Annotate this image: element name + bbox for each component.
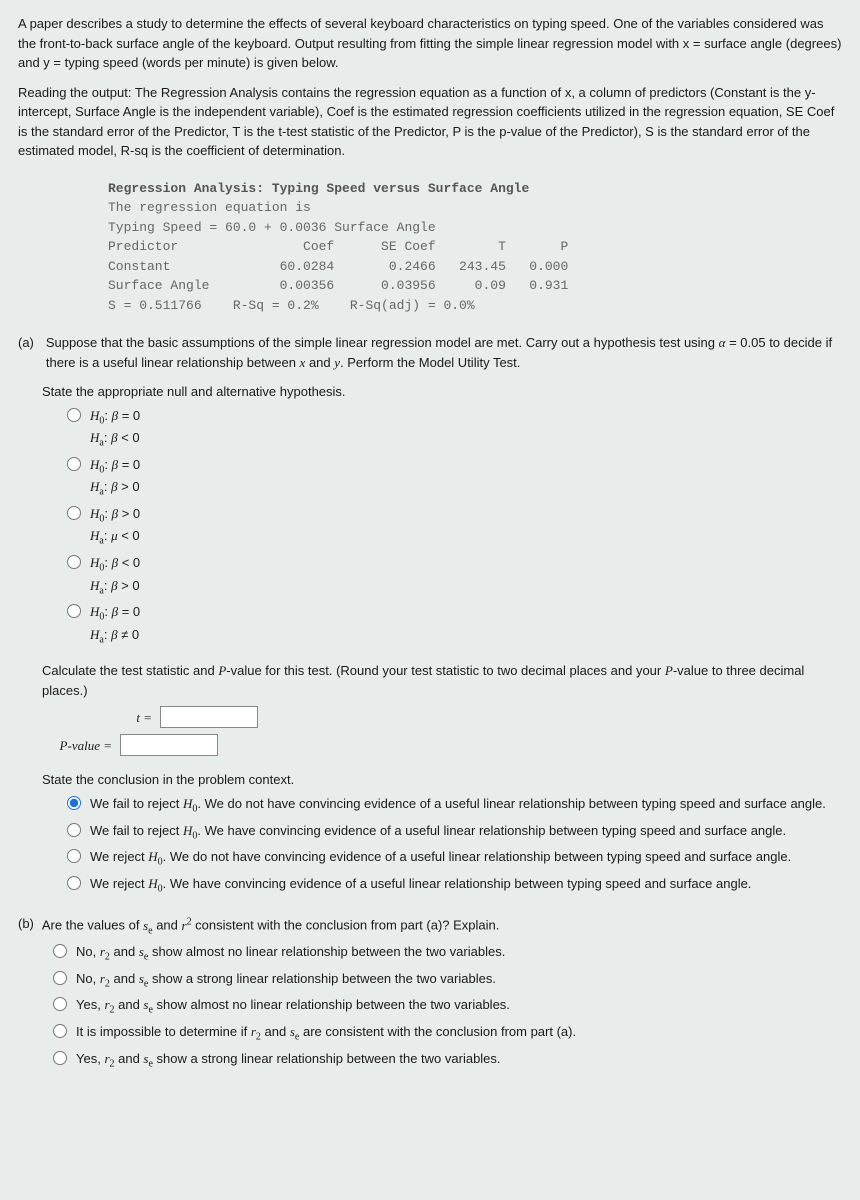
concl-label-2: We fail to reject H0. We have convincing…: [90, 821, 842, 844]
b-label-4: It is impossible to determine if r2 and …: [76, 1022, 842, 1045]
hypo-opt-3[interactable]: H0: β > 0 Ha: μ < 0: [62, 504, 842, 549]
part-a-prompt: Suppose that the basic assumptions of th…: [46, 333, 842, 372]
p-label: P-value =: [42, 736, 112, 756]
t-input[interactable]: [160, 706, 258, 728]
hypo-opt-5[interactable]: H0: β = 0 Ha: β ≠ 0: [62, 602, 842, 647]
concl-opt-4[interactable]: We reject H0. We have convincing evidenc…: [62, 874, 842, 897]
hypo-label-2: H0: β = 0 Ha: β > 0: [90, 455, 842, 500]
b-radio-4[interactable]: [53, 1024, 67, 1038]
regout-l1: The regression equation is: [108, 198, 842, 218]
b-opt-1[interactable]: No, r2 and se show almost no linear rela…: [48, 942, 842, 965]
regout-title: Regression Analysis: Typing Speed versus…: [108, 179, 842, 199]
hypo-opt-1[interactable]: H0: β = 0 Ha: β < 0: [62, 406, 842, 451]
hypo-label-3: H0: β > 0 Ha: μ < 0: [90, 504, 842, 549]
calc-head: Calculate the test statistic and P-value…: [42, 661, 842, 700]
hypo-options: H0: β = 0 Ha: β < 0 H0: β = 0 Ha: β > 0 …: [62, 406, 842, 648]
regout-r1: Constant 60.0284 0.2466 243.45 0.000: [108, 257, 842, 277]
concl-radio-4[interactable]: [67, 876, 81, 890]
hypo-opt-4[interactable]: H0: β < 0 Ha: β > 0: [62, 553, 842, 598]
intro-p1: A paper describes a study to determine t…: [18, 14, 842, 73]
b-opt-5[interactable]: Yes, r2 and se show a strong linear rela…: [48, 1049, 842, 1072]
question-page: A paper describes a study to determine t…: [0, 0, 860, 1200]
part-b: (b) Are the values of se and r2 consiste…: [18, 914, 842, 1071]
part-b-label: (b): [18, 914, 34, 938]
concl-opt-3[interactable]: We reject H0. We do not have convincing …: [62, 847, 842, 870]
hypo-radio-1[interactable]: [67, 408, 81, 422]
regout-l2: Typing Speed = 60.0 + 0.0036 Surface Ang…: [108, 218, 842, 238]
hypo-radio-4[interactable]: [67, 555, 81, 569]
hypo-head: State the appropriate null and alternati…: [42, 382, 842, 402]
concl-options: We fail to reject H0. We do not have con…: [62, 794, 842, 896]
b-radio-2[interactable]: [53, 971, 67, 985]
p-input-row: P-value =: [42, 734, 842, 756]
b-opt-2[interactable]: No, r2 and se show a strong linear relat…: [48, 969, 842, 992]
regout-r2: Surface Angle 0.00356 0.03956 0.09 0.931: [108, 276, 842, 296]
part-a: (a) Suppose that the basic assumptions o…: [18, 333, 842, 896]
t-input-row: t =: [82, 706, 842, 728]
hypo-radio-3[interactable]: [67, 506, 81, 520]
concl-opt-1[interactable]: We fail to reject H0. We do not have con…: [62, 794, 842, 817]
concl-label-3: We reject H0. We do not have convincing …: [90, 847, 842, 870]
b-label-5: Yes, r2 and se show a strong linear rela…: [76, 1049, 842, 1072]
b-radio-5[interactable]: [53, 1051, 67, 1065]
hypo-radio-2[interactable]: [67, 457, 81, 471]
p-input[interactable]: [120, 734, 218, 756]
b-opt-3[interactable]: Yes, r2 and se show almost no linear rel…: [48, 995, 842, 1018]
concl-label-1: We fail to reject H0. We do not have con…: [90, 794, 842, 817]
b-label-2: No, r2 and se show a strong linear relat…: [76, 969, 842, 992]
hypo-label-4: H0: β < 0 Ha: β > 0: [90, 553, 842, 598]
b-label-1: No, r2 and se show almost no linear rela…: [76, 942, 842, 965]
concl-radio-3[interactable]: [67, 849, 81, 863]
concl-radio-2[interactable]: [67, 823, 81, 837]
intro-block: A paper describes a study to determine t…: [18, 14, 842, 161]
hypo-label-5: H0: β = 0 Ha: β ≠ 0: [90, 602, 842, 647]
part-b-prompt: Are the values of se and r2 consistent w…: [42, 914, 499, 938]
intro-p2: Reading the output: The Regression Analy…: [18, 83, 842, 161]
hypo-radio-5[interactable]: [67, 604, 81, 618]
concl-head: State the conclusion in the problem cont…: [42, 770, 842, 790]
concl-opt-2[interactable]: We fail to reject H0. We have convincing…: [62, 821, 842, 844]
t-label: t =: [82, 708, 152, 728]
regout-hdr: Predictor Coef SE Coef T P: [108, 237, 842, 257]
regout-r3: S = 0.511766 R-Sq = 0.2% R-Sq(adj) = 0.0…: [108, 296, 842, 316]
b-radio-3[interactable]: [53, 997, 67, 1011]
concl-radio-1[interactable]: [67, 796, 81, 810]
hypo-opt-2[interactable]: H0: β = 0 Ha: β > 0: [62, 455, 842, 500]
hypo-label-1: H0: β = 0 Ha: β < 0: [90, 406, 842, 451]
concl-label-4: We reject H0. We have convincing evidenc…: [90, 874, 842, 897]
b-opt-4[interactable]: It is impossible to determine if r2 and …: [48, 1022, 842, 1045]
regression-output: Regression Analysis: Typing Speed versus…: [108, 179, 842, 316]
part-a-label: (a): [18, 333, 34, 372]
b-radio-1[interactable]: [53, 944, 67, 958]
b-label-3: Yes, r2 and se show almost no linear rel…: [76, 995, 842, 1018]
b-options: No, r2 and se show almost no linear rela…: [48, 942, 842, 1071]
